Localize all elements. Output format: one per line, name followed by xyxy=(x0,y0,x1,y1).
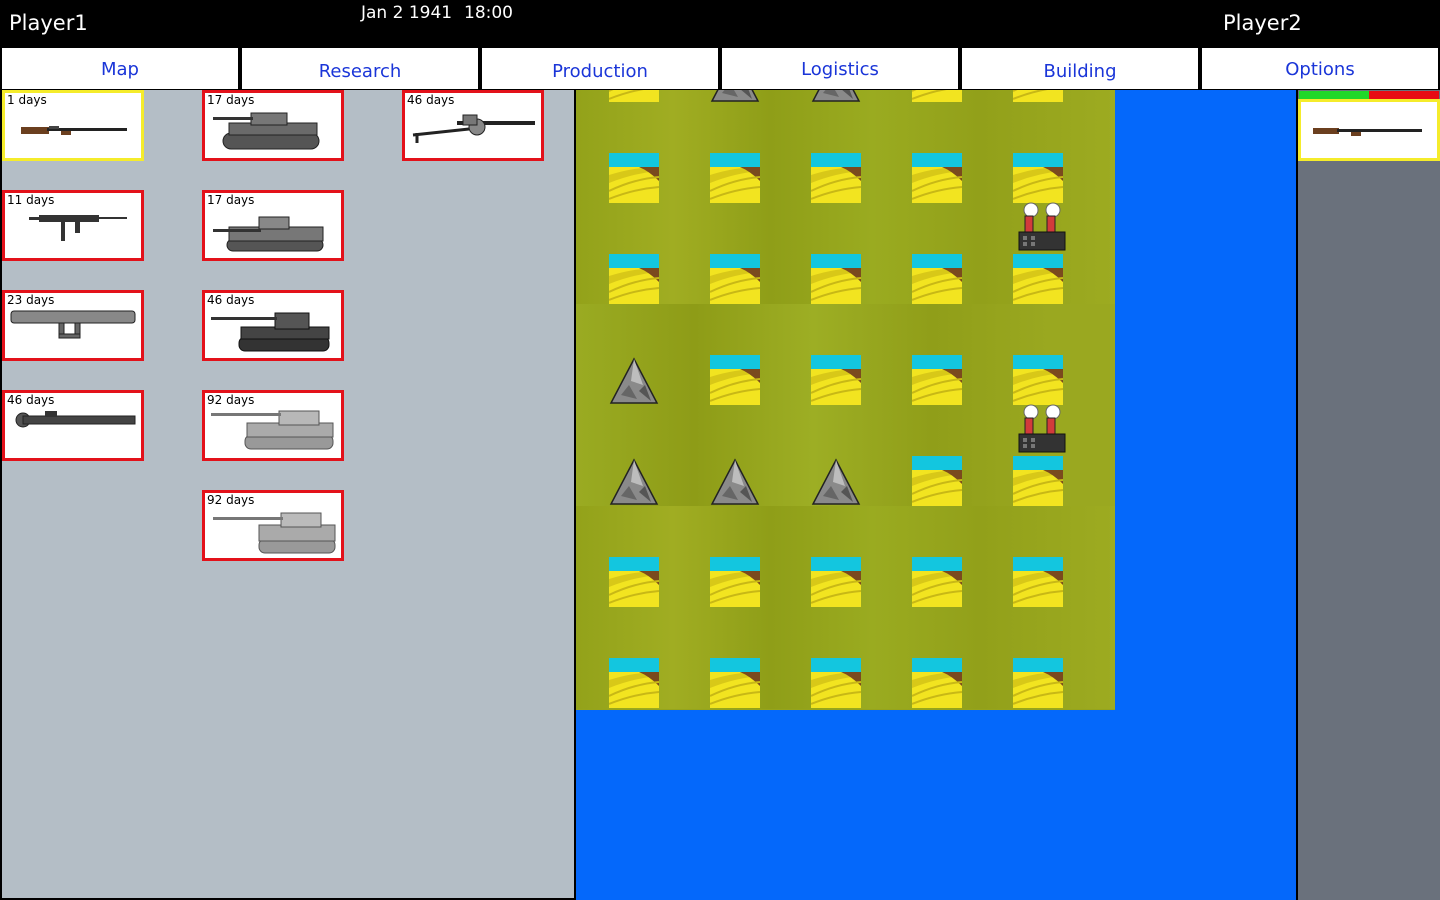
game-map[interactable] xyxy=(576,90,1296,900)
farmland-icon[interactable] xyxy=(912,355,962,405)
farmland-icon[interactable] xyxy=(609,254,659,304)
farmland-icon[interactable] xyxy=(811,658,861,708)
research-days-label: 23 days xyxy=(7,293,55,307)
research-days-label: 17 days xyxy=(207,93,255,107)
bazooka-icon xyxy=(10,310,136,339)
anti-tank-gun-icon xyxy=(412,114,535,143)
factory-icon[interactable] xyxy=(1017,404,1066,454)
farmland-icon[interactable] xyxy=(1013,658,1063,708)
farmland-icon[interactable] xyxy=(811,557,861,607)
farmland-icon[interactable] xyxy=(811,254,861,304)
research-days-label: 46 days xyxy=(407,93,455,107)
farmland-icon[interactable] xyxy=(710,658,760,708)
farmland-icon[interactable] xyxy=(912,456,962,506)
panzer-iii-icon xyxy=(213,112,320,150)
research-panzerschreck-card[interactable]: 46 days xyxy=(2,390,144,461)
panther-tank-icon xyxy=(211,312,330,352)
farmland-icon[interactable] xyxy=(912,153,962,203)
research-panzer-iv-card[interactable]: 17 days xyxy=(202,190,344,261)
submachine-gun-icon xyxy=(29,215,127,241)
unit-info-panel xyxy=(1296,90,1440,900)
farmland-icon[interactable] xyxy=(1013,355,1063,405)
farmland-icon[interactable] xyxy=(811,153,861,203)
research-days-label: 1 days xyxy=(7,93,47,107)
mountain-icon[interactable] xyxy=(811,456,861,506)
tab-research[interactable]: Research xyxy=(240,46,480,90)
king-tiger-tank-icon xyxy=(211,410,334,450)
farmland-icon[interactable] xyxy=(912,557,962,607)
map-grid[interactable] xyxy=(576,90,1115,710)
main-tabs: Map Research Production Logistics Buildi… xyxy=(0,46,1440,90)
research-smg-card[interactable]: 11 days xyxy=(2,190,144,261)
tab-map[interactable]: Map xyxy=(0,46,240,90)
research-days-label: 17 days xyxy=(207,193,255,207)
farmland-icon[interactable] xyxy=(1013,456,1063,506)
farmland-icon[interactable] xyxy=(609,153,659,203)
research-panzer-iii-card[interactable]: 17 days xyxy=(202,90,344,161)
farmland-icon[interactable] xyxy=(710,153,760,203)
game-date: Jan 2 1941 xyxy=(361,3,453,23)
farmland-icon[interactable] xyxy=(1013,153,1063,203)
selected-unit-card[interactable] xyxy=(1298,99,1440,161)
research-days-label: 11 days xyxy=(7,193,55,207)
research-days-label: 46 days xyxy=(7,393,55,407)
health-missing xyxy=(1369,91,1439,99)
rifle-icon xyxy=(21,126,127,135)
tab-building[interactable]: Building xyxy=(960,46,1200,90)
research-rifle-card[interactable]: 1 days xyxy=(2,90,144,161)
farmland-icon[interactable] xyxy=(710,557,760,607)
farmland-icon[interactable] xyxy=(912,254,962,304)
tab-options[interactable]: Options xyxy=(1200,46,1440,90)
panzer-iv-icon xyxy=(213,216,324,252)
top-bar: Player1 Jan 2 1941 18:00 Player2 xyxy=(0,0,1440,46)
tab-production[interactable]: Production xyxy=(480,46,720,90)
research-days-label: 92 days xyxy=(207,393,255,407)
research-anti-tank-gun-card[interactable]: 46 days xyxy=(402,90,544,161)
tab-logistics[interactable]: Logistics xyxy=(720,46,960,90)
tiger-tank-icon xyxy=(213,512,336,554)
rifle-icon xyxy=(1313,128,1422,136)
farmland-icon[interactable] xyxy=(710,355,760,405)
mountain-icon[interactable] xyxy=(710,456,760,506)
research-days-label: 92 days xyxy=(207,493,255,507)
health-remaining xyxy=(1299,91,1369,99)
research-days-label: 46 days xyxy=(207,293,255,307)
factory-icon[interactable] xyxy=(1017,202,1066,252)
farmland-icon[interactable] xyxy=(811,355,861,405)
unit-health-bar xyxy=(1299,91,1439,99)
research-tiger-card[interactable]: 92 days xyxy=(202,490,344,561)
mountain-icon[interactable] xyxy=(609,355,659,405)
farmland-icon[interactable] xyxy=(609,557,659,607)
farmland-icon[interactable] xyxy=(1013,254,1063,304)
farmland-icon[interactable] xyxy=(1013,557,1063,607)
game-time: 18:00 xyxy=(464,3,513,23)
research-panther-card[interactable]: 46 days xyxy=(202,290,344,361)
mountain-icon[interactable] xyxy=(609,456,659,506)
player2-name: Player2 xyxy=(1223,11,1302,35)
research-panel: 1 days 11 days 23 days 46 days 17 days 1… xyxy=(0,90,576,900)
panzerschreck-icon xyxy=(15,411,136,428)
farmland-icon[interactable] xyxy=(710,254,760,304)
farmland-icon[interactable] xyxy=(912,658,962,708)
research-bazooka-card[interactable]: 23 days xyxy=(2,290,144,361)
research-king-tiger-card[interactable]: 92 days xyxy=(202,390,344,461)
farmland-icon[interactable] xyxy=(609,658,659,708)
player1-name: Player1 xyxy=(9,11,88,35)
